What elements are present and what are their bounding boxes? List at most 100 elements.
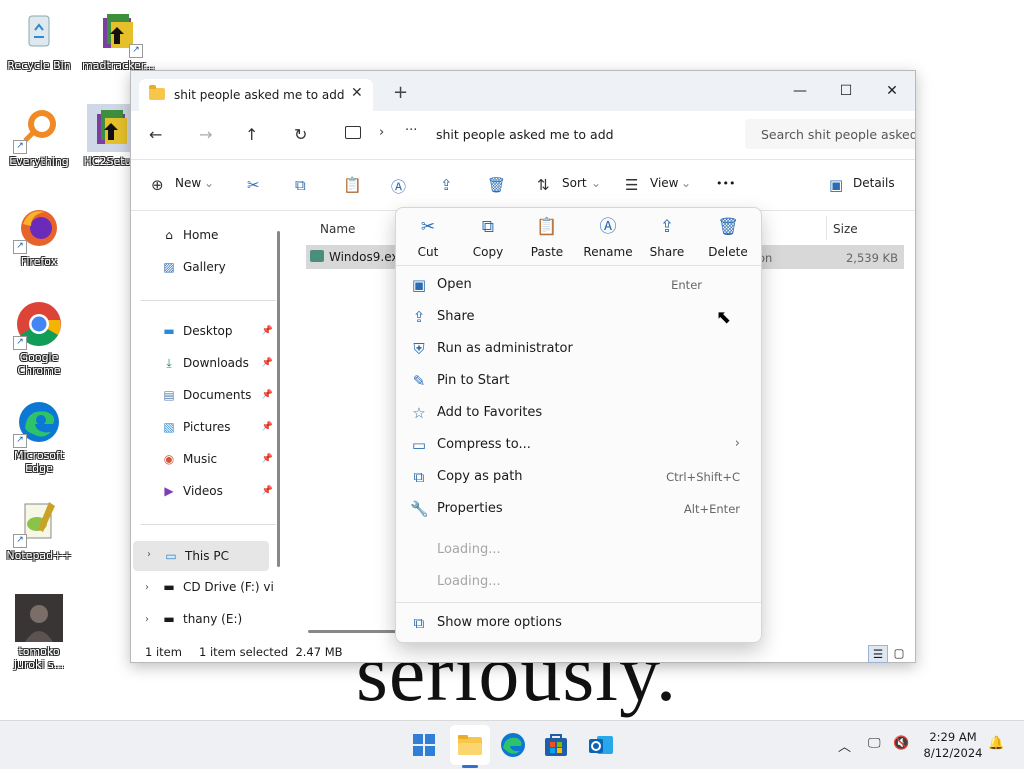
quick-action-rename[interactable]: Ⓐ Rename: [578, 216, 638, 259]
sidebar-item-cd-drive[interactable]: ▬CD Drive (F:) virt: [161, 573, 273, 601]
quick-action-copy[interactable]: ⧉ Copy: [458, 216, 518, 259]
share-icon: ⇪: [659, 217, 675, 237]
desktop-icon-label: Google Chrome: [17, 351, 61, 377]
tab-bar: shit people asked me to add ✕ + — ☐ ✕: [131, 71, 915, 111]
new-plus-icon[interactable]: ⊕: [151, 176, 164, 194]
image-thumbnail-icon: [15, 594, 63, 642]
tab-current-folder[interactable]: shit people asked me to add ✕: [139, 79, 373, 111]
videos-icon: ▶: [164, 484, 174, 498]
store-icon: [545, 734, 567, 756]
close-window-button[interactable]: ✕: [869, 76, 915, 106]
sort-button[interactable]: Sort: [562, 176, 587, 190]
desktop-icon-chrome[interactable]: ↗ Google Chrome: [4, 300, 74, 377]
breadcrumb-overflow[interactable]: ···: [405, 123, 417, 138]
new-tab-button[interactable]: +: [393, 82, 408, 103]
shortcut-text: Ctrl+Shift+C: [666, 470, 740, 484]
desktop-icon-firefox[interactable]: ↗ Firefox: [4, 204, 74, 268]
sidebar-item-home[interactable]: ⌂ Home: [161, 221, 279, 249]
more-options-button[interactable]: •••: [716, 177, 735, 190]
menu-item-compress[interactable]: ▭ Compress to... ›: [400, 429, 756, 461]
sidebar-item-desktop[interactable]: ▬ Desktop 📌: [161, 317, 279, 345]
refresh-icon[interactable]: ↻: [294, 125, 307, 144]
view-button[interactable]: View: [650, 176, 678, 190]
taskbar-file-explorer[interactable]: [454, 729, 486, 761]
column-header-name[interactable]: Name: [320, 222, 355, 236]
tab-title: shit people asked me to add: [174, 88, 345, 102]
menu-item-run-as-admin[interactable]: ⛨ Run as administrator: [400, 333, 756, 365]
sidebar-item-videos[interactable]: ▶ Videos 📌: [161, 477, 279, 505]
sidebar-item-documents[interactable]: ▤ Documents 📌: [161, 381, 279, 409]
sidebar-item-gallery[interactable]: ▨ Gallery: [161, 253, 279, 281]
chevron-right-icon[interactable]: ›: [145, 582, 149, 593]
divider: [141, 300, 276, 301]
share-icon[interactable]: ⇪: [440, 176, 453, 194]
notification-bell-icon[interactable]: 🔔: [988, 736, 1004, 751]
sidebar-item-downloads[interactable]: ⤓ Downloads 📌: [161, 349, 279, 377]
new-button[interactable]: New: [175, 176, 201, 190]
taskbar-edge[interactable]: [497, 729, 529, 761]
cut-icon[interactable]: ✂: [247, 176, 260, 194]
sidebar-scrollbar[interactable]: [277, 231, 280, 567]
sort-icon[interactable]: ⇅: [537, 176, 550, 194]
desktop-icon-tomoko[interactable]: tomoko juroki s...: [4, 594, 74, 671]
sidebar-item-thany-drive[interactable]: ▬ thany (E:): [161, 605, 273, 633]
desktop-icon-edge[interactable]: ↗ Microsoft Edge: [4, 398, 74, 475]
chevron-right-icon[interactable]: ›: [147, 549, 151, 560]
rename-icon[interactable]: Ⓐ: [391, 176, 406, 197]
system-clock[interactable]: 2:29 AM 8/12/2024: [920, 729, 986, 761]
close-tab-button[interactable]: ✕: [351, 85, 363, 101]
search-box[interactable]: Search shit people asked me to add: [745, 119, 915, 149]
paste-icon[interactable]: 📋: [343, 176, 362, 194]
copy-icon[interactable]: ⧉: [295, 176, 306, 194]
menu-item-add-to-favorites[interactable]: ☆ Add to Favorites: [400, 397, 756, 429]
quick-action-paste[interactable]: 📋 Paste: [517, 216, 577, 259]
chevron-up-icon[interactable]: ︿: [838, 736, 851, 755]
menu-item-properties[interactable]: 🔧 Properties Alt+Enter: [400, 493, 756, 525]
forward-arrow-icon[interactable]: →: [199, 125, 212, 144]
column-header-size[interactable]: Size: [833, 222, 858, 236]
drive-icon: ▬: [163, 612, 175, 626]
menu-item-pin-to-start[interactable]: ✎ Pin to Start: [400, 365, 756, 397]
column-divider[interactable]: [826, 216, 827, 240]
start-button[interactable]: [408, 729, 440, 761]
breadcrumb-current[interactable]: shit people asked me to add: [436, 127, 614, 142]
maximize-button[interactable]: ☐: [823, 76, 869, 106]
command-bar: ⊕ New ⌄ ✂ ⧉ 📋 Ⓐ ⇪ 🗑 ⇅ Sort ⌄ ☰ View ⌄ ••…: [131, 160, 915, 211]
sidebar-item-music[interactable]: ◉ Music 📌: [161, 445, 279, 473]
outlook-icon: [589, 736, 613, 754]
network-icon[interactable]: 🖵: [868, 736, 881, 751]
up-arrow-icon[interactable]: ↑: [245, 125, 258, 144]
pin-icon: 📌: [261, 326, 273, 336]
sidebar-item-pictures[interactable]: ▧ Pictures 📌: [161, 413, 279, 441]
volume-muted-icon[interactable]: 🔇: [893, 736, 909, 751]
address-bar[interactable]: › ··· shit people asked me to add: [335, 119, 735, 149]
details-view-icon[interactable]: ☰: [868, 645, 888, 663]
tiles-view-icon[interactable]: ▢: [890, 645, 908, 661]
desktop-icon-madtracker[interactable]: ↗ madtracker...: [82, 8, 155, 72]
computer-icon: [345, 126, 361, 139]
desktop-icon-everything[interactable]: ↗ Everything: [4, 104, 74, 168]
sidebar-item-this-pc[interactable]: › ▭ This PC: [133, 541, 269, 571]
desktop-icon-notepad-plus-plus[interactable]: ↗ Notepad++: [4, 498, 74, 562]
quick-action-share[interactable]: ⇪ Share: [637, 216, 697, 259]
menu-item-share[interactable]: ⇪ Share: [400, 301, 756, 333]
quick-action-delete[interactable]: 🗑 Delete: [698, 216, 758, 259]
menu-item-copy-as-path[interactable]: ⧉ Copy as path Ctrl+Shift+C: [400, 461, 756, 493]
details-pane-icon[interactable]: ▣: [829, 176, 843, 194]
chevron-right-icon[interactable]: ›: [145, 614, 149, 625]
paste-icon: 📋: [536, 217, 558, 237]
desktop-icon-label: Notepad++: [6, 549, 72, 562]
quick-action-cut[interactable]: ✂ Cut: [398, 216, 458, 259]
minimize-button[interactable]: —: [777, 76, 823, 106]
taskbar-microsoft-store[interactable]: [540, 729, 572, 761]
menu-item-show-more-options[interactable]: ⧉ Show more options: [400, 607, 756, 639]
view-icon[interactable]: ☰: [625, 176, 638, 194]
delete-icon[interactable]: 🗑: [487, 176, 506, 194]
chevron-right-icon[interactable]: ›: [379, 125, 384, 140]
menu-item-open[interactable]: ▣ Open Enter: [400, 269, 756, 301]
desktop-icon-recycle-bin[interactable]: Recycle Bin: [4, 8, 74, 72]
back-arrow-icon[interactable]: ←: [149, 125, 162, 144]
details-button[interactable]: Details: [853, 176, 895, 190]
this-pc-label: ▭ This PC: [163, 542, 281, 570]
taskbar-outlook[interactable]: [585, 729, 617, 761]
